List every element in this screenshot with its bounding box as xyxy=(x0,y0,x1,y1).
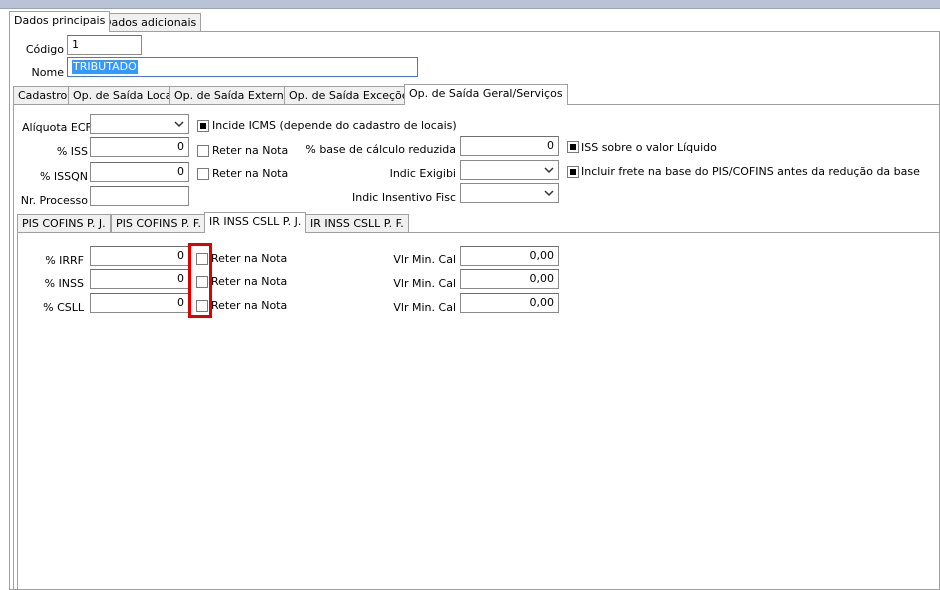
nome-label: Nome xyxy=(31,66,64,79)
chevron-down-icon[interactable] xyxy=(542,185,556,201)
nr-processo-field[interactable] xyxy=(90,186,189,206)
iss-reter-label: Reter na Nota xyxy=(212,144,289,157)
tab-op-saida-externa[interactable]: Op. de Saída Externa xyxy=(169,86,296,105)
indic-insentivo-select[interactable] xyxy=(460,183,559,203)
tab-dados-principais[interactable]: Dados principais xyxy=(9,11,111,32)
tab-op-saida-local[interactable]: Op. de Saída Local xyxy=(68,86,181,105)
codigo-label: Código xyxy=(25,43,64,56)
base-reduzida-field[interactable]: 0 xyxy=(460,136,559,156)
tab-dados-adicionais[interactable]: Dados adicionais xyxy=(98,13,202,32)
issqn-field[interactable]: 0 xyxy=(90,162,189,182)
aliquota-ecf-select[interactable] xyxy=(90,114,189,134)
inss-label: % INSS xyxy=(44,277,84,290)
chevron-down-icon[interactable] xyxy=(172,116,186,132)
inss-field[interactable]: 0 xyxy=(90,269,189,289)
aliquota-ecf-label: Alíquota ECF xyxy=(22,121,92,134)
tab-cadastro[interactable]: Cadastro xyxy=(13,86,73,105)
csll-reter-label: Reter na Nota xyxy=(211,299,288,312)
tab-op-saida-excecoes[interactable]: Op. de Saída Exceções xyxy=(284,86,420,105)
csll-field[interactable]: 0 xyxy=(90,293,189,313)
issqn-label: % ISSQN xyxy=(39,170,88,183)
csll-label: % CSLL xyxy=(43,301,84,314)
incide-icms-checkbox[interactable] xyxy=(197,120,209,132)
tab-ir-inss-csll-pf[interactable]: IR INSS CSLL P. F. xyxy=(305,214,409,233)
tab-pis-cofins-pf[interactable]: PIS COFINS P. F. xyxy=(111,214,206,233)
irrf-vlr-min-label: Vlr Min. Cal xyxy=(393,253,456,266)
indic-exigibi-select[interactable] xyxy=(460,160,559,180)
base-reduzida-label: % base de cálculo reduzida xyxy=(305,143,456,156)
incide-icms-label: Incide ICMS (depende do cadastro de loca… xyxy=(212,119,457,132)
irrf-reter-label: Reter na Nota xyxy=(211,252,288,265)
irrf-field[interactable]: 0 xyxy=(90,246,189,266)
incluir-frete-checkbox[interactable] xyxy=(567,166,579,178)
inss-reter-label: Reter na Nota xyxy=(211,275,288,288)
iss-label: % ISS xyxy=(56,145,88,158)
irrf-vlr-min-field[interactable]: 0,00 xyxy=(460,246,559,266)
indic-exigibi-label: Indic Exigibi xyxy=(389,167,456,180)
incluir-frete-label: Incluir frete na base do PIS/COFINS ante… xyxy=(581,165,920,178)
iss-valor-liquido-label: ISS sobre o valor Líquido xyxy=(581,141,717,154)
codigo-field[interactable]: 1 xyxy=(67,35,142,55)
nome-field[interactable]: TRIBUTADO xyxy=(67,57,418,77)
indic-insentivo-label: Indic Insentivo Fisc xyxy=(352,191,456,204)
tab-op-saida-geral-servicos[interactable]: Op. de Saída Geral/Serviços xyxy=(404,84,568,105)
issqn-reter-label: Reter na Nota xyxy=(212,167,289,180)
iss-reter-checkbox[interactable] xyxy=(197,145,209,157)
irrf-label: % IRRF xyxy=(45,254,84,267)
tab-pis-cofins-pj[interactable]: PIS COFINS P. J. xyxy=(17,214,111,233)
chevron-down-icon[interactable] xyxy=(542,162,556,178)
nome-value: TRIBUTADO xyxy=(72,60,138,74)
csll-vlr-min-label: Vlr Min. Cal xyxy=(393,301,456,314)
iss-field[interactable]: 0 xyxy=(90,137,189,157)
highlight-annotation-box xyxy=(188,243,212,318)
tab-ir-inss-csll-pj[interactable]: IR INSS CSLL P. J. xyxy=(204,212,307,233)
nr-processo-label: Nr. Processo xyxy=(20,194,88,207)
csll-vlr-min-field[interactable]: 0,00 xyxy=(460,293,559,313)
window-top-bar xyxy=(0,0,940,9)
iss-valor-liquido-checkbox[interactable] xyxy=(567,141,579,153)
inss-vlr-min-field[interactable]: 0,00 xyxy=(460,269,559,289)
issqn-reter-checkbox[interactable] xyxy=(197,168,209,180)
inss-vlr-min-label: Vlr Min. Cal xyxy=(393,277,456,290)
